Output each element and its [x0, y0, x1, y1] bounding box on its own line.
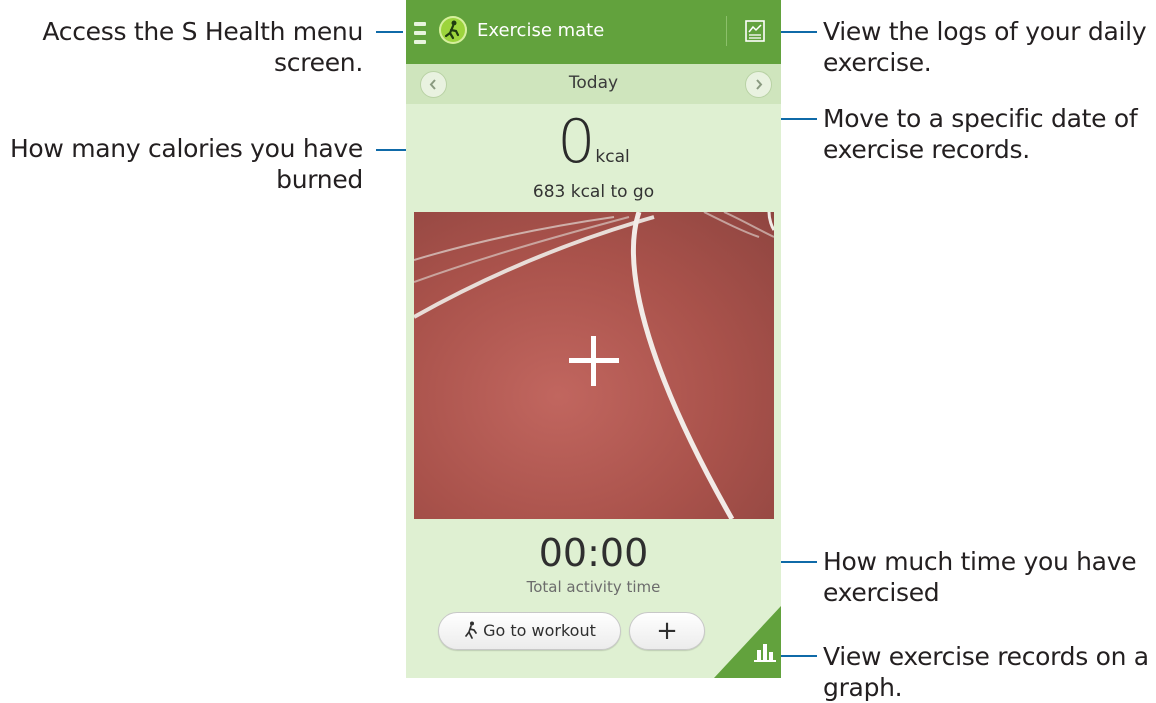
- app-title: Exercise mate: [477, 20, 605, 41]
- chevron-right-icon: [756, 79, 763, 90]
- calories-display: 0kcal: [406, 112, 781, 172]
- callout-calories: How many calories you have burned: [9, 134, 363, 194]
- appbar-divider: [726, 16, 727, 46]
- phone-screen: Exercise mate Today 0kcal 683 kcal to go: [406, 0, 781, 678]
- leader-graph: [776, 655, 817, 657]
- callout-date: Move to a specific date of exercise reco…: [823, 104, 1138, 164]
- activity-time: 00:00: [538, 531, 649, 575]
- activity-time-label: Total activity time: [526, 578, 661, 596]
- calories-unit: kcal: [595, 147, 630, 167]
- leader-menu: [376, 31, 403, 33]
- calories-to-go: 683 kcal to go: [532, 182, 655, 202]
- date-label[interactable]: Today: [406, 70, 781, 96]
- add-record-button[interactable]: +: [629, 612, 705, 650]
- leader-logs: [775, 31, 817, 33]
- callout-logs: View the logs of your daily exercise.: [823, 17, 1147, 77]
- next-date-button[interactable]: [745, 71, 772, 98]
- callout-menu: Access the S Health menu screen.: [42, 17, 363, 77]
- log-chart-icon[interactable]: [745, 20, 765, 42]
- graph-view-button[interactable]: [714, 606, 781, 678]
- menu-icon[interactable]: [414, 22, 426, 44]
- walking-person-icon: [465, 621, 477, 639]
- go-to-workout-button[interactable]: Go to workout: [438, 612, 621, 650]
- app-bar: Exercise mate: [406, 0, 781, 64]
- calories-value: 0: [557, 107, 596, 177]
- callout-graph: View exercise records on a graph.: [823, 642, 1149, 702]
- runner-icon: [439, 16, 467, 44]
- date-bar: Today: [406, 64, 781, 104]
- plus-icon[interactable]: [569, 336, 619, 386]
- go-to-workout-label: Go to workout: [483, 621, 596, 640]
- callout-time: How much time you have exercised: [823, 547, 1137, 607]
- track-photo[interactable]: [414, 212, 774, 519]
